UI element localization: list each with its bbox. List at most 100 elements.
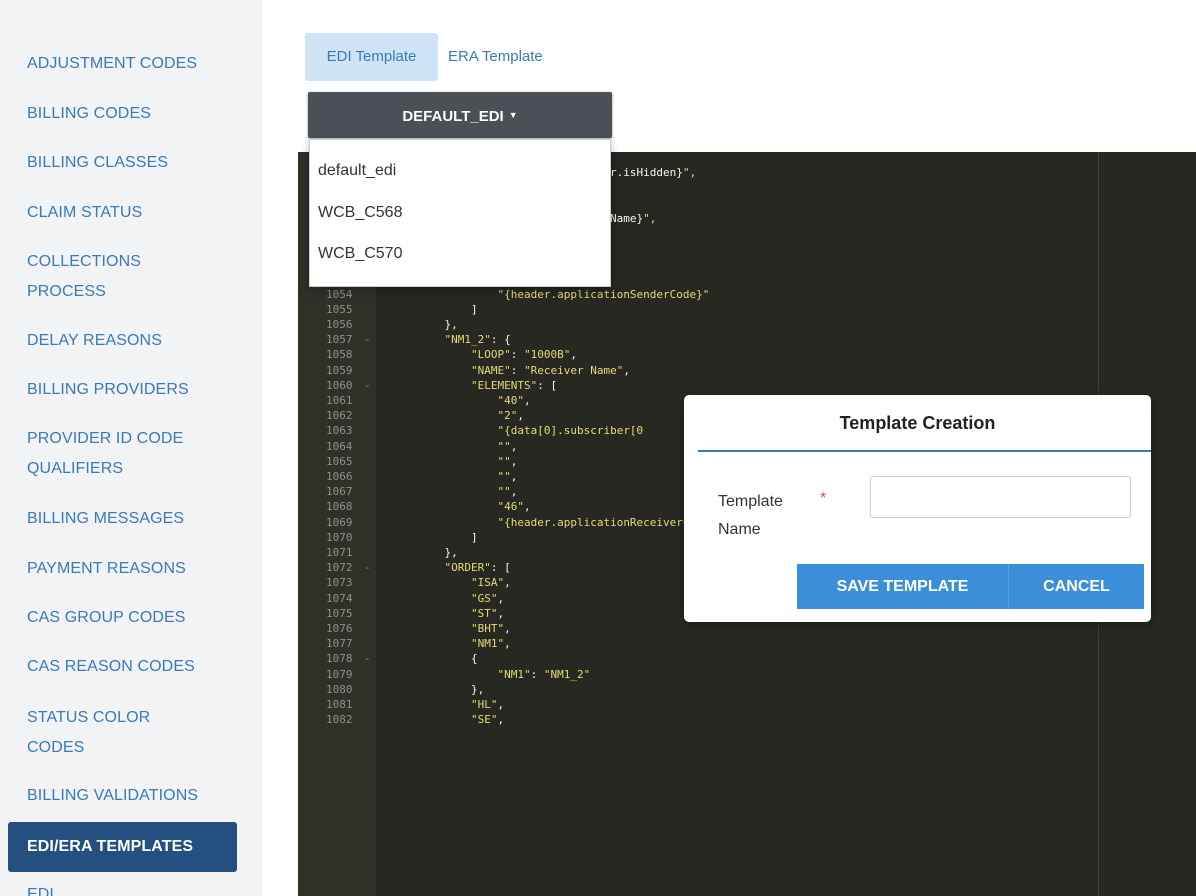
code-text: "BHT",	[470, 622, 511, 635]
line-number: 1076	[326, 622, 353, 635]
dropdown-option-wcb-c568[interactable]: WCB_C568	[318, 203, 402, 223]
sidebar-item-billing-messages[interactable]: BILLING MESSAGES	[27, 504, 242, 534]
template-name-label: Template Name	[718, 493, 783, 538]
template-dropdown-selected: DEFAULT_EDI	[402, 108, 504, 125]
code-text: "{header.applicationSenderCode}"	[497, 287, 710, 301]
template-dropdown-menu: default_edi WCB_C568 WCB_C570	[309, 139, 611, 287]
code-line: 1079 "NM1": "NM1_2"	[298, 667, 1196, 682]
code-text: "46",	[497, 500, 531, 514]
code-text: "NM1_2": {	[444, 333, 511, 347]
sidebar-item-billing-codes[interactable]: BILLING CODES	[27, 99, 242, 129]
code-text: "NM1",	[470, 637, 511, 651]
cancel-button[interactable]: CANCEL	[1008, 564, 1144, 609]
fold-toggle-icon[interactable]: -	[364, 560, 371, 575]
code-text: "NM1": "NM1_2"	[497, 667, 591, 681]
code-text: "ISA",	[470, 576, 511, 590]
line-number: 1054	[326, 287, 353, 301]
sidebar-item-status-color-codes[interactable]: STATUS COLOR CODES	[27, 703, 177, 763]
sidebar-item-billing-providers[interactable]: BILLING PROVIDERS	[27, 375, 242, 405]
sidebar-item-claim-status[interactable]: CLAIM STATUS	[27, 198, 242, 228]
line-number: 1078	[326, 652, 353, 666]
line-number: 1055	[326, 302, 353, 316]
line-number: 1069	[326, 515, 353, 529]
code-text: "2",	[497, 409, 524, 423]
line-number: 1079	[326, 667, 353, 681]
line-number: 1082	[326, 713, 353, 727]
line-number: 1057	[326, 333, 353, 347]
code-text: "HL",	[470, 698, 505, 711]
sidebar-item-cas-reason-codes[interactable]: CAS REASON CODES	[27, 652, 242, 682]
line-number: 1067	[326, 485, 353, 499]
code-line: 1076 "BHT",	[298, 621, 1196, 636]
line-number: 1080	[326, 682, 353, 696]
code-line: 1080 },	[298, 682, 1196, 697]
modal-title: Template Creation	[839, 413, 996, 433]
line-number: 1058	[326, 348, 353, 362]
template-dropdown-button[interactable]: DEFAULT_EDI ▼	[308, 92, 612, 138]
save-template-button[interactable]: SAVE TEMPLATE	[797, 564, 1008, 609]
code-line: 1078- {	[298, 651, 1196, 666]
fold-toggle-icon[interactable]: -	[364, 378, 371, 393]
tab-era-template[interactable]: ERA Template	[448, 33, 543, 81]
line-number: 1065	[326, 454, 353, 468]
code-text: "GS",	[470, 591, 505, 605]
code-text: "",	[497, 470, 518, 483]
code-text: "SE",	[470, 713, 505, 727]
line-number: 1059	[326, 363, 353, 377]
required-marker: *	[820, 490, 827, 507]
code-text: },	[418, 318, 458, 331]
sidebar-item-payment-reasons[interactable]: PAYMENT REASONS	[27, 554, 242, 584]
line-number: 1075	[326, 606, 353, 620]
code-line: 1054 "{header.applicationSenderCode}"	[298, 287, 1196, 302]
code-line: 1057- "NM1_2": {	[298, 332, 1196, 347]
sidebar-item-provider-id-code-qualifiers[interactable]: PROVIDER ID CODE QUALIFIERS	[27, 424, 212, 484]
code-text: },	[418, 682, 485, 696]
sidebar-item-billing-validations[interactable]: BILLING VALIDATIONS	[27, 781, 242, 811]
sidebar-item-edi[interactable]: EDI	[27, 880, 242, 896]
caret-down-icon: ▼	[508, 110, 518, 120]
fold-toggle-icon[interactable]: -	[364, 332, 371, 347]
tab-edi-template[interactable]: EDI Template	[305, 33, 438, 81]
code-text: ]	[418, 302, 478, 316]
line-number: 1072	[326, 561, 353, 575]
line-number: 1068	[326, 500, 353, 514]
dropdown-option-wcb-c570[interactable]: WCB_C570	[318, 244, 402, 264]
sidebar-item-delay-reasons[interactable]: DELAY REASONS	[27, 326, 242, 356]
fold-toggle-icon[interactable]: -	[364, 651, 371, 666]
code-text: "",	[497, 485, 518, 499]
code-text: "",	[497, 454, 518, 468]
code-text: "",	[497, 439, 518, 453]
code-text: },	[418, 546, 458, 559]
code-text: {	[418, 652, 478, 666]
code-line: 1060- "ELEMENTS": [	[298, 378, 1196, 393]
code-text: "ST",	[470, 606, 505, 620]
code-line: 1056 },	[298, 317, 1196, 332]
code-line: 1055 ]	[298, 302, 1196, 317]
line-number: 1056	[326, 318, 353, 331]
code-line: 1059 "NAME": "Receiver Name",	[298, 363, 1196, 378]
sidebar-item-adjustment-codes[interactable]: ADJUSTMENT CODES	[27, 49, 242, 79]
sidebar-item-cas-group-codes[interactable]: CAS GROUP CODES	[27, 603, 242, 633]
template-creation-modal: Template Creation Template Name * SAVE T…	[684, 395, 1151, 622]
code-line: 1058 "LOOP": "1000B",	[298, 347, 1196, 362]
code-text: "LOOP": "1000B",	[470, 348, 577, 362]
code-line: 1081 "HL",	[298, 697, 1196, 712]
line-number: 1073	[326, 576, 353, 590]
line-number: 1064	[326, 439, 353, 453]
line-number: 1077	[326, 637, 353, 651]
code-line: 1082 "SE",	[298, 712, 1196, 727]
code-text: "{data[0].subscriber[0	[497, 424, 644, 438]
code-text: ]	[418, 530, 478, 544]
sidebar-item-billing-classes[interactable]: BILLING CLASSES	[27, 148, 242, 178]
line-number: 1062	[326, 409, 353, 423]
sidebar-item-collections-process[interactable]: COLLECTIONS PROCESS	[27, 247, 187, 307]
sidebar-item-edi-era-templates[interactable]: EDI/ERA TEMPLATES	[8, 822, 237, 872]
line-number: 1070	[326, 530, 353, 544]
dropdown-option-default-edi[interactable]: default_edi	[318, 161, 396, 181]
line-number: 1066	[326, 470, 353, 483]
line-number: 1060	[326, 378, 353, 392]
code-text: "{header.applicationReceiverCode}"	[497, 515, 723, 529]
code-text: "40",	[497, 394, 531, 407]
code-text: "ORDER": [	[444, 561, 511, 575]
template-name-input[interactable]	[870, 476, 1131, 518]
